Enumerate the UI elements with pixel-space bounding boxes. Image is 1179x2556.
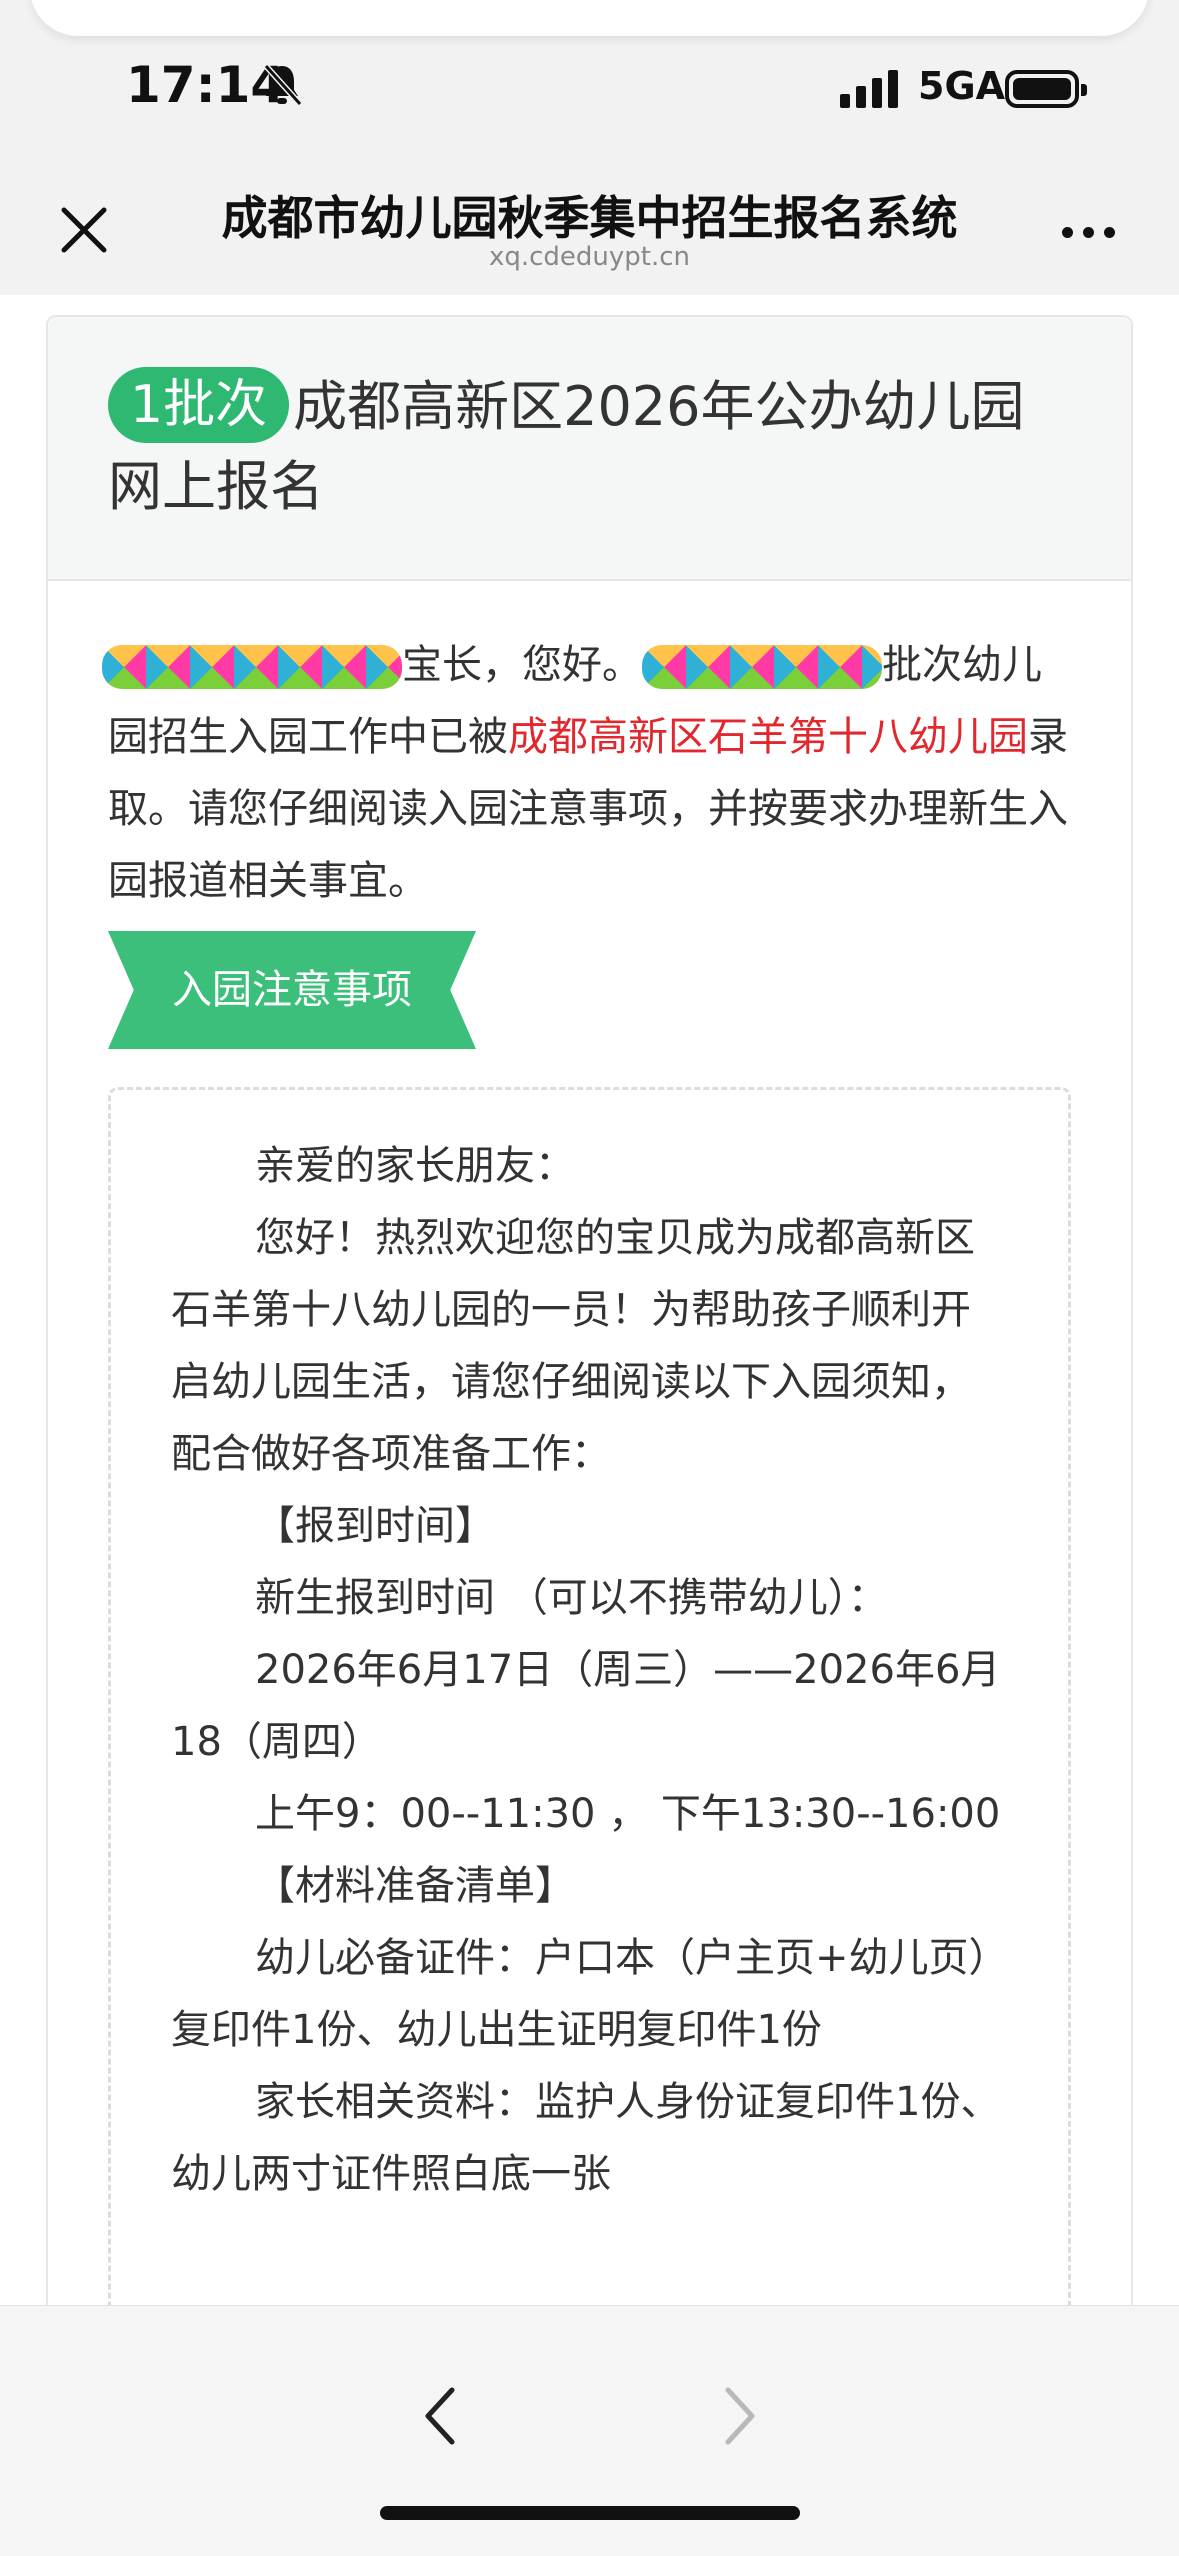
- notice-line: 新生报到时间 （可以不携带幼儿）：: [255, 1575, 888, 1621]
- more-icon[interactable]: [1062, 222, 1122, 242]
- greeting-text: 宝长，您好。: [402, 642, 642, 688]
- card-heading: 1批次 成都高新区2026年公办幼儿园网上报名: [108, 367, 1071, 527]
- nav-header: 成都市幼儿园秋季集中招生报名系统 xq.cdeduypt.cn: [0, 150, 1179, 295]
- admission-message: 宝长，您好。 批次幼儿园招生入园工作中已被成都高新区石羊第十八幼儿园录取。请您仔细…: [102, 629, 1071, 917]
- notice-line: 您好！热烈欢迎您的宝贝成为成都高新区石羊第十八幼儿园的一员！为帮助孩子顺利开启幼…: [171, 1215, 975, 1477]
- batch-badge: 1批次: [108, 367, 290, 443]
- page: 17:14 5GA 成都市幼儿园秋季集中招生报名系统 xq.cdeduypt.c…: [0, 0, 1179, 2556]
- background-sheet: [30, 0, 1149, 36]
- close-icon[interactable]: [52, 198, 116, 262]
- card-header: 1批次 成都高新区2026年公办幼儿园网上报名: [48, 317, 1131, 581]
- admission-card: 1批次 成都高新区2026年公办幼儿园网上报名 宝长，您好。 批次幼儿园招生入园工作…: [46, 315, 1133, 2305]
- home-indicator: [380, 2506, 800, 2520]
- page-title: 成都市幼儿园秋季集中招生报名系统: [221, 191, 958, 245]
- redacted-name: [102, 645, 402, 689]
- content-area[interactable]: 1批次 成都高新区2026年公办幼儿园网上报名 宝长，您好。 批次幼儿园招生入园工作…: [0, 295, 1179, 2305]
- card-body: 宝长，您好。 批次幼儿园招生入园工作中已被成都高新区石羊第十八幼儿园录取。请您仔细…: [48, 581, 1131, 2305]
- notice-line: 亲爱的家长朋友：: [255, 1143, 575, 1189]
- notice-line: 幼儿必备证件：户口本（户主页+幼儿页）复印件1份、幼儿出生证明复印件1份: [171, 1935, 989, 2053]
- page-url: xq.cdeduypt.cn: [488, 242, 691, 272]
- network-type: 5GA: [918, 64, 1006, 108]
- battery-icon: [1005, 70, 1087, 108]
- signal-icon: [840, 68, 898, 108]
- status-bar: 17:14 5GA: [0, 40, 1179, 130]
- redacted-child-name: [642, 645, 882, 689]
- notice-line: 【材料准备清单】: [255, 1863, 575, 1909]
- bell-muted-icon: [263, 63, 302, 107]
- notice-box: 亲爱的家长朋友： 您好！热烈欢迎您的宝贝成为成都高新区石羊第十八幼儿园的一员！为…: [108, 1087, 1071, 2305]
- bottom-toolbar: [0, 2305, 1179, 2556]
- school-name: 成都高新区石羊第十八幼儿园: [508, 714, 1028, 760]
- notice-banner[interactable]: 入园注意事项: [108, 931, 476, 1049]
- notice-line: 【报到时间】: [255, 1503, 495, 1549]
- notice-line: 2026年6月17日（周三）——2026年6月18（周四）: [171, 1647, 1001, 1765]
- notice-line: 家长相关资料：监护人身份证复印件1份、幼儿两寸证件照白底一张: [171, 2079, 1001, 2197]
- chevron-left-icon[interactable]: [410, 2376, 470, 2456]
- notice-line: 上午9：00--11:30 ， 下午13:30--16:00: [255, 1791, 1001, 1837]
- chevron-right-icon[interactable]: [710, 2376, 770, 2456]
